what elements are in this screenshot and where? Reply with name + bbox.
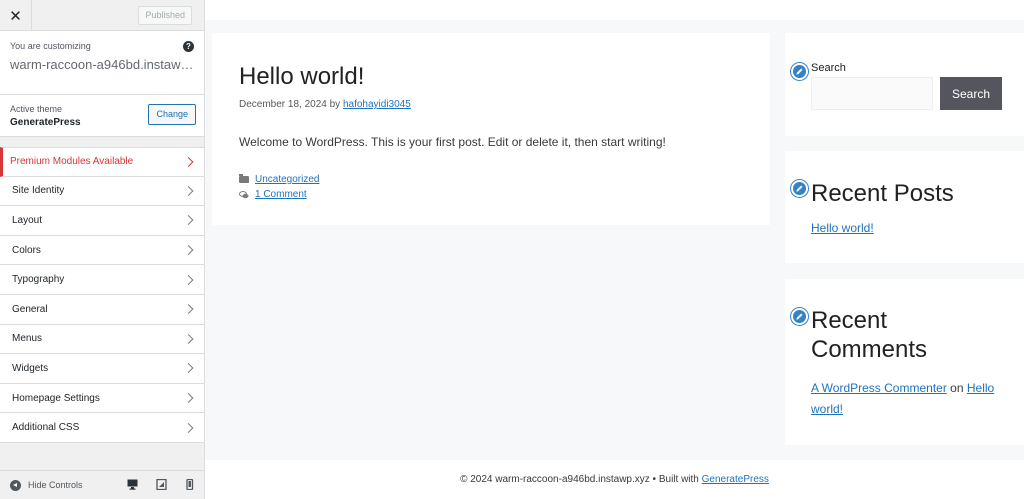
- post-card: Hello world! December 18, 2024 by hafoha…: [212, 33, 770, 225]
- post-footer: Uncategorized 1 Comment: [239, 172, 743, 202]
- menu-item-menus[interactable]: Menus: [0, 324, 204, 355]
- recent-posts-widget: Recent Posts Hello world!: [785, 151, 1024, 263]
- category-link[interactable]: Uncategorized: [255, 174, 319, 185]
- search-widget: Search Search: [785, 33, 1024, 136]
- search-button[interactable]: Search: [940, 77, 1002, 110]
- customizer-header: ✕ Published: [0, 0, 204, 31]
- chevron-right-icon: [183, 393, 194, 403]
- recent-post-link[interactable]: Hello world!: [811, 221, 874, 235]
- search-label: Search: [811, 62, 846, 74]
- post-author-link[interactable]: hafohayidi3045: [343, 99, 411, 110]
- search-input[interactable]: [811, 77, 933, 110]
- tablet-preview-icon[interactable]: [156, 479, 167, 490]
- recent-comment-entry: A WordPress Commenter on Hello world!: [811, 378, 1011, 420]
- chevron-right-icon: [183, 245, 194, 256]
- recent-posts-title: Recent Posts: [811, 180, 954, 207]
- chevron-right-icon: [183, 363, 194, 374]
- post-meta: December 18, 2024 by hafohayidi3045: [239, 99, 743, 110]
- comment-icon: [239, 190, 249, 198]
- chevron-right-icon: [183, 274, 194, 285]
- edit-pencil-icon[interactable]: [791, 63, 808, 80]
- chevron-right-icon: [183, 333, 194, 344]
- edit-pencil-icon[interactable]: [791, 308, 808, 325]
- menu-item-label: Menus: [12, 333, 43, 345]
- post-title[interactable]: Hello world!: [239, 63, 743, 91]
- chevron-right-icon: [183, 156, 194, 167]
- mobile-preview-icon[interactable]: [184, 479, 195, 490]
- customizer-sidebar: ✕ Published You are customizing warm-rac…: [0, 0, 205, 499]
- menu-item-label: Colors: [12, 244, 41, 256]
- menu-item-general[interactable]: General: [0, 294, 204, 325]
- post-date: December 18, 2024: [239, 99, 327, 110]
- menu-item-additional-css[interactable]: Additional CSS: [0, 413, 204, 443]
- hide-controls-icon[interactable]: [10, 479, 21, 491]
- customizing-label: You are customizing: [10, 41, 91, 51]
- menu-item-label: Homepage Settings: [12, 392, 100, 404]
- footer-copyright: © 2024 warm-raccoon-a946bd.instawp.xyz •…: [460, 474, 699, 485]
- menu-item-premium-modules[interactable]: Premium Modules Available: [0, 147, 204, 177]
- menu-item-homepage-settings[interactable]: Homepage Settings: [0, 383, 204, 414]
- menu-item-colors[interactable]: Colors: [0, 235, 204, 266]
- close-customizer-button[interactable]: ✕: [0, 0, 32, 31]
- site-preview: Hello world! December 18, 2024 by hafoha…: [205, 0, 1024, 499]
- recent-comments-title: Recent Comments: [811, 307, 928, 363]
- post-by: by: [329, 99, 341, 110]
- active-theme-section: Active theme GeneratePress Change: [0, 95, 204, 137]
- customizing-info: You are customizing warm-raccoon-a946bd.…: [0, 31, 204, 95]
- menu-item-widgets[interactable]: Widgets: [0, 354, 204, 384]
- menu-item-label: Additional CSS: [12, 422, 80, 434]
- chevron-right-icon: [183, 422, 194, 433]
- site-header: [205, 0, 1024, 20]
- chevron-right-icon: [183, 185, 194, 196]
- customizer-footer: Hide Controls: [0, 470, 204, 499]
- menu-item-layout[interactable]: Layout: [0, 206, 204, 236]
- comments-link[interactable]: 1 Comment: [255, 189, 307, 200]
- menu-item-typography[interactable]: Typography: [0, 265, 204, 295]
- site-footer: © 2024 warm-raccoon-a946bd.instawp.xyz •…: [205, 460, 1024, 499]
- menu-item-site-identity[interactable]: Site Identity: [0, 176, 204, 207]
- close-icon: ✕: [9, 7, 22, 25]
- hide-controls-label[interactable]: Hide Controls: [28, 480, 83, 490]
- help-icon[interactable]: ?: [183, 41, 194, 52]
- site-name: warm-raccoon-a946bd.instawp.xyz: [10, 57, 194, 72]
- menu-item-label: Site Identity: [12, 185, 65, 197]
- generatepress-link[interactable]: GeneratePress: [702, 474, 769, 485]
- edit-pencil-icon[interactable]: [791, 180, 808, 197]
- menu-item-label: Premium Modules Available: [10, 156, 134, 168]
- customizer-menu: Premium Modules Available Site Identity …: [0, 147, 204, 443]
- chevron-right-icon: [183, 304, 194, 315]
- menu-item-label: Widgets: [12, 362, 49, 374]
- menu-item-label: Layout: [12, 214, 43, 226]
- chevron-right-icon: [183, 215, 194, 226]
- desktop-preview-icon[interactable]: [127, 479, 138, 490]
- menu-item-label: Typography: [12, 274, 65, 286]
- commenter-link[interactable]: A WordPress Commenter: [811, 381, 947, 395]
- post-content: Welcome to WordPress. This is your first…: [239, 135, 666, 149]
- menu-item-label: General: [12, 303, 48, 315]
- comment-on-text: on: [950, 381, 964, 395]
- published-button[interactable]: Published: [138, 6, 192, 25]
- recent-comments-widget: Recent Comments A WordPress Commenter on…: [785, 279, 1024, 445]
- change-theme-button[interactable]: Change: [148, 104, 196, 125]
- folder-icon: [239, 174, 249, 183]
